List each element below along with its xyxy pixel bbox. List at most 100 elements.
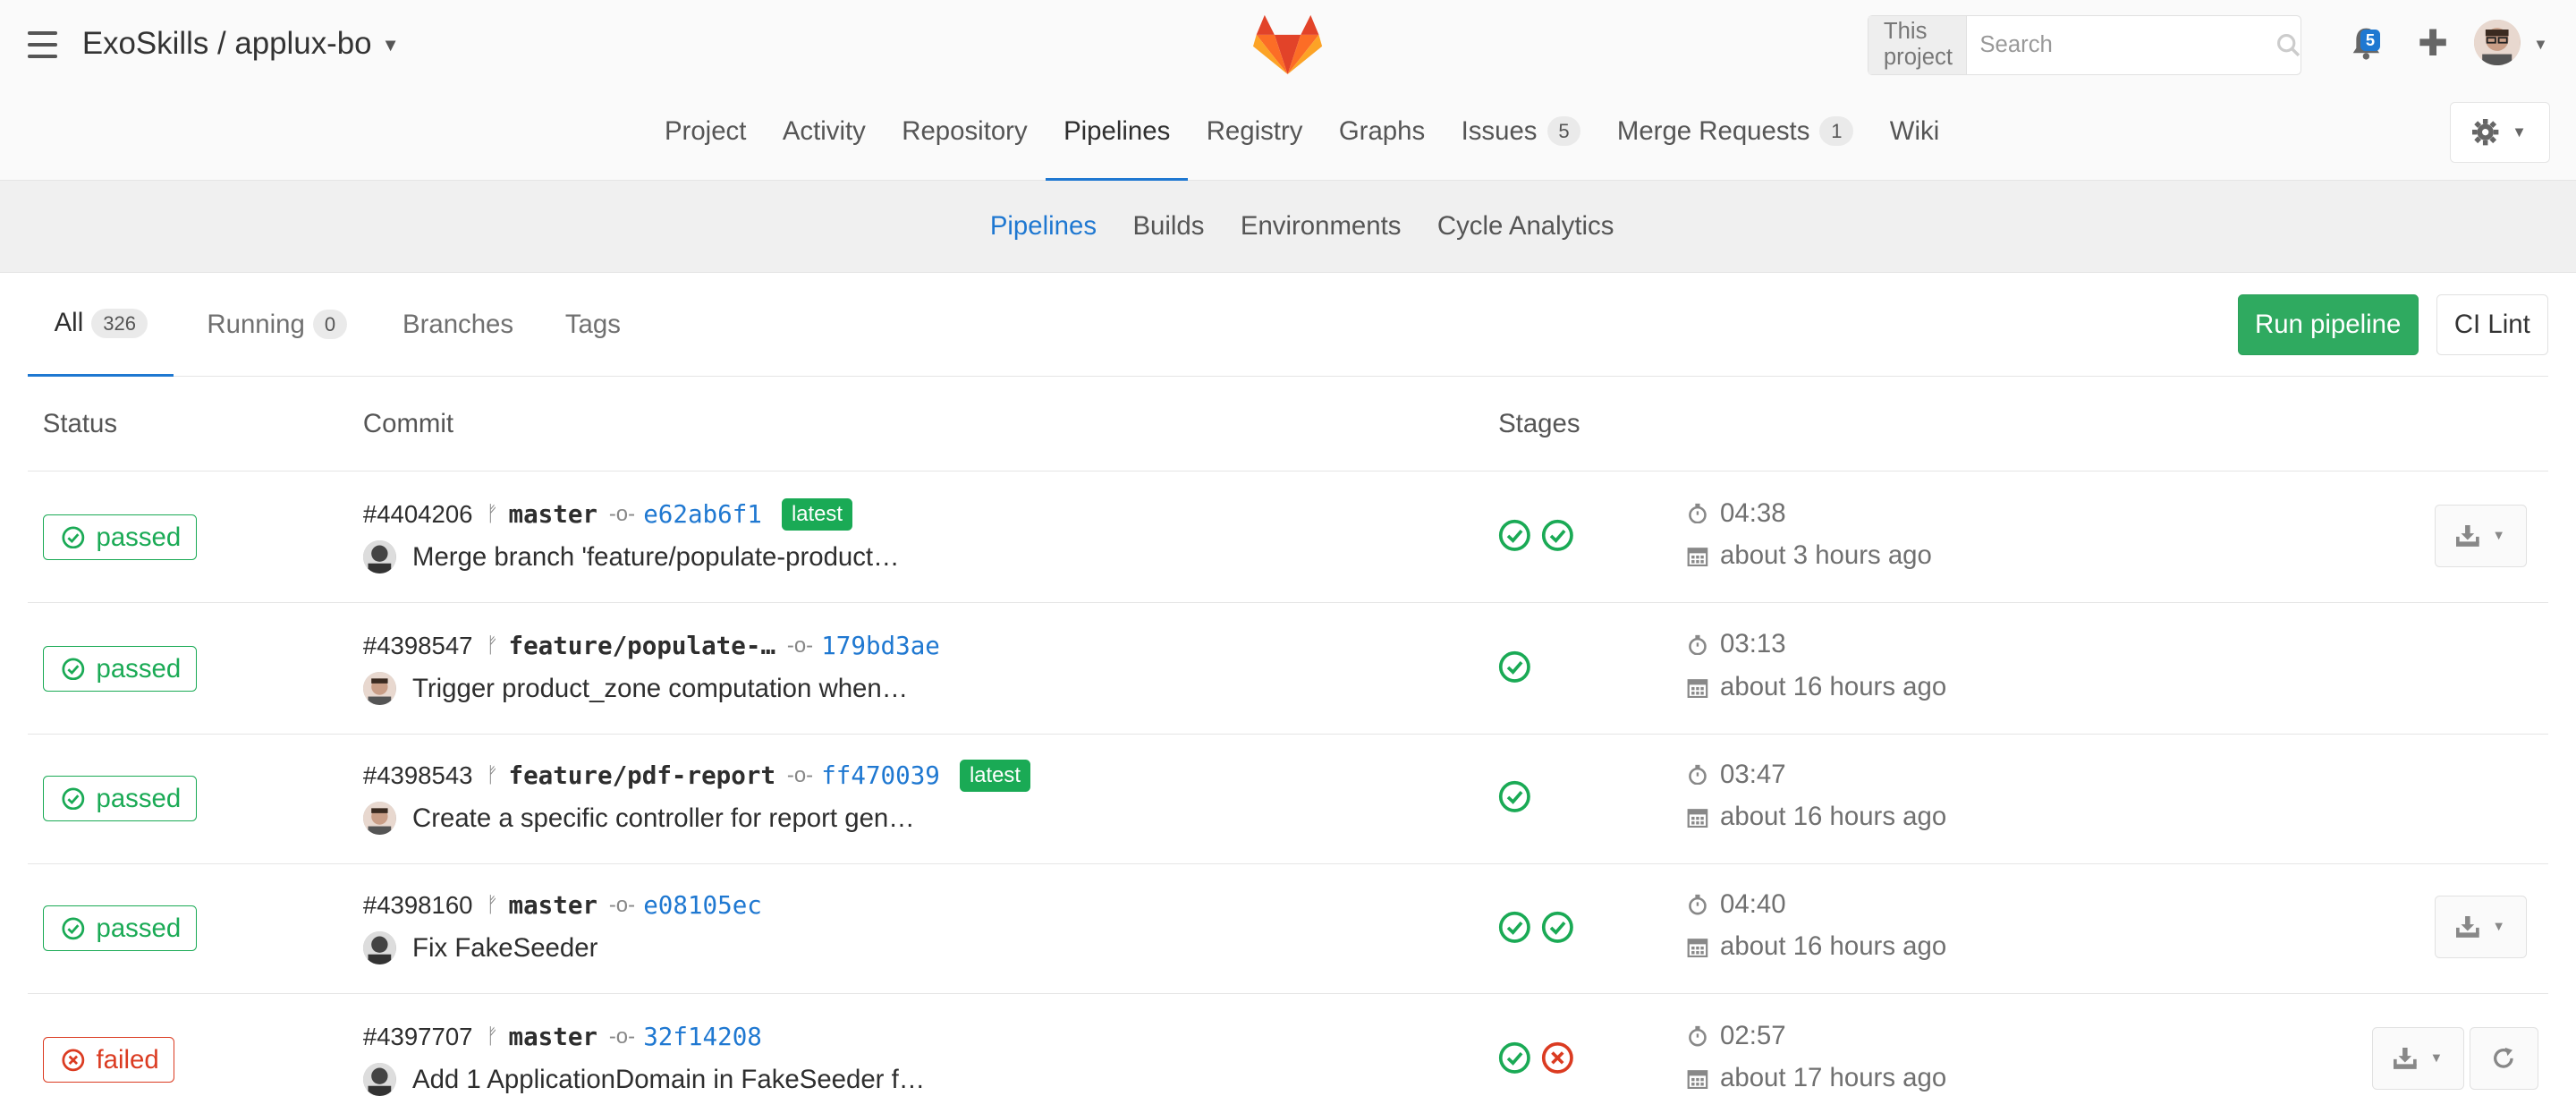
- commit-sha-link[interactable]: 179bd3ae: [821, 632, 940, 660]
- download-artifacts-button[interactable]: ▼: [2435, 504, 2527, 567]
- stage-success-icon[interactable]: [1498, 519, 1531, 552]
- pipeline-id-link[interactable]: #4398160: [363, 891, 473, 920]
- tab-all[interactable]: All 326: [28, 273, 174, 377]
- status-badge[interactable]: failed: [42, 1036, 175, 1083]
- commit-author-avatar[interactable]: [362, 802, 396, 836]
- pipeline-id-link[interactable]: #4398547: [363, 632, 473, 660]
- nav-graphs[interactable]: Graphs: [1321, 102, 1444, 181]
- tab-branches[interactable]: Branches: [402, 273, 513, 377]
- search-icon[interactable]: [2276, 33, 2301, 58]
- nav-merge-requests[interactable]: Merge Requests 1: [1599, 102, 1872, 181]
- project-title[interactable]: ExoSkills / applux-bo ▼: [82, 26, 400, 62]
- commit-sha-link[interactable]: e08105ec: [643, 891, 762, 920]
- project-settings-button[interactable]: ▼: [2449, 101, 2550, 163]
- commit-message-link[interactable]: Add 1 ApplicationDomain in FakeSeeder f…: [412, 1065, 925, 1095]
- subnav-environments[interactable]: Environments: [1223, 211, 1419, 242]
- notifications-bell-icon[interactable]: 5: [2350, 23, 2389, 63]
- nav-wiki-label: Wiki: [1889, 115, 1940, 146]
- user-menu-caret-icon[interactable]: ▼: [2533, 36, 2547, 54]
- stage-success-icon[interactable]: [1541, 519, 1574, 552]
- commit-icon: -o-: [608, 501, 636, 526]
- stage-success-icon[interactable]: [1498, 650, 1531, 684]
- run-pipeline-button[interactable]: Run pipeline: [2237, 293, 2419, 355]
- pipeline-id-link[interactable]: #4397707: [363, 1023, 473, 1051]
- nav-project[interactable]: Project: [647, 102, 765, 181]
- branch-link[interactable]: feature/populate-…: [509, 632, 776, 660]
- tab-running-label: Running: [207, 309, 305, 339]
- status-badge[interactable]: passed: [42, 905, 197, 952]
- hamburger-menu-icon[interactable]: [28, 30, 58, 59]
- commit-sha-link[interactable]: ff470039: [821, 761, 940, 790]
- commit-message-link[interactable]: Fix FakeSeeder: [412, 933, 597, 964]
- nav-activity[interactable]: Activity: [765, 102, 884, 181]
- commit-author-avatar[interactable]: [362, 1063, 396, 1097]
- branch-link[interactable]: feature/pdf-report: [509, 761, 776, 790]
- commit-icon: -o-: [786, 762, 814, 787]
- nav-pipelines[interactable]: Pipelines: [1045, 102, 1189, 182]
- commit-sha-link[interactable]: 32f14208: [643, 1023, 762, 1051]
- stage-failed-icon[interactable]: [1541, 1041, 1574, 1075]
- search-input[interactable]: [1966, 31, 2277, 58]
- download-artifacts-button[interactable]: ▼: [2372, 1026, 2465, 1090]
- column-header-status: Status: [42, 409, 118, 439]
- top-header: ExoSkills / applux-bo ▼ This project 5 ✚: [0, 0, 2576, 182]
- download-icon: [2455, 524, 2479, 547]
- nav-pipelines-label: Pipelines: [1063, 115, 1171, 146]
- commit-message-link[interactable]: Merge branch 'feature/populate-product…: [412, 542, 899, 573]
- stage-success-icon[interactable]: [1541, 911, 1574, 944]
- stage-success-icon[interactable]: [1498, 911, 1531, 944]
- chevron-down-icon: ▼: [2492, 528, 2505, 543]
- nav-repository[interactable]: Repository: [884, 102, 1046, 181]
- latest-badge: latest: [959, 760, 1030, 792]
- status-badge[interactable]: passed: [42, 514, 197, 561]
- status-badge[interactable]: passed: [42, 645, 197, 692]
- nav-wiki[interactable]: Wiki: [1872, 102, 1958, 181]
- commit-sha-link[interactable]: e62ab6f1: [643, 500, 762, 529]
- tab-running[interactable]: Running 0: [207, 273, 347, 377]
- commit-message-link[interactable]: Create a specific controller for report …: [412, 803, 915, 834]
- stage-success-icon[interactable]: [1498, 780, 1531, 813]
- subnav-builds[interactable]: Builds: [1114, 211, 1222, 242]
- duration: 04:40: [1687, 888, 1786, 920]
- column-header-commit: Commit: [362, 409, 454, 439]
- subnav-pipelines[interactable]: Pipelines: [972, 211, 1115, 242]
- commit-title: Create a specific controller for report …: [362, 802, 915, 836]
- commit-message-link[interactable]: Trigger product_zone computation when…: [412, 674, 908, 704]
- branch-link[interactable]: master: [509, 891, 598, 920]
- commit-author-avatar[interactable]: [362, 672, 396, 705]
- commit-author-avatar[interactable]: [362, 540, 396, 574]
- status-badge[interactable]: passed: [42, 775, 197, 822]
- tab-tags[interactable]: Tags: [565, 273, 621, 377]
- branch-link[interactable]: master: [509, 500, 598, 529]
- pipelines-table-header: Status Commit Stages: [28, 378, 2548, 472]
- nav-issues[interactable]: Issues 5: [1443, 102, 1598, 181]
- commit-info: #4398160 ᚠ master -o- e08105ec: [363, 886, 762, 925]
- search-scope-label[interactable]: This project: [1868, 15, 1967, 75]
- finished-at-text: about 16 hours ago: [1720, 672, 1947, 702]
- nav-issues-label: Issues: [1461, 115, 1538, 146]
- table-row: failed #4397707 ᚠ master -o- 32f14208 Ad…: [28, 994, 2548, 1113]
- commit-author-avatar[interactable]: [362, 931, 396, 965]
- ci-lint-button[interactable]: CI Lint: [2436, 293, 2548, 355]
- nav-registry[interactable]: Registry: [1188, 102, 1320, 181]
- stage-success-icon[interactable]: [1498, 1041, 1531, 1075]
- nav-merge-requests-label: Merge Requests: [1616, 115, 1810, 146]
- timer-icon: [1687, 894, 1708, 915]
- nav-repository-label: Repository: [902, 115, 1028, 146]
- retry-pipeline-button[interactable]: [2469, 1026, 2538, 1090]
- branch-link[interactable]: master: [509, 1023, 598, 1051]
- project-nav: Project Activity Repository Pipelines Re…: [0, 102, 2576, 182]
- app-root: ExoSkills / applux-bo ▼ This project 5 ✚: [0, 0, 2576, 1113]
- pipeline-id-link[interactable]: #4404206: [363, 500, 473, 529]
- download-icon: [2455, 915, 2479, 938]
- gitlab-logo-icon[interactable]: [1253, 13, 1323, 76]
- duration-text: 04:40: [1720, 888, 1786, 919]
- new-item-plus-icon[interactable]: ✚: [2413, 23, 2453, 63]
- duration-text: 03:47: [1720, 759, 1786, 789]
- download-artifacts-button[interactable]: ▼: [2435, 896, 2527, 958]
- pipeline-id-link[interactable]: #4398543: [363, 761, 473, 790]
- notifications-count-badge: 5: [2360, 30, 2380, 51]
- user-avatar[interactable]: [2474, 20, 2521, 66]
- subnav-cycle-analytics[interactable]: Cycle Analytics: [1419, 211, 1632, 242]
- timer-icon: [1687, 1025, 1708, 1047]
